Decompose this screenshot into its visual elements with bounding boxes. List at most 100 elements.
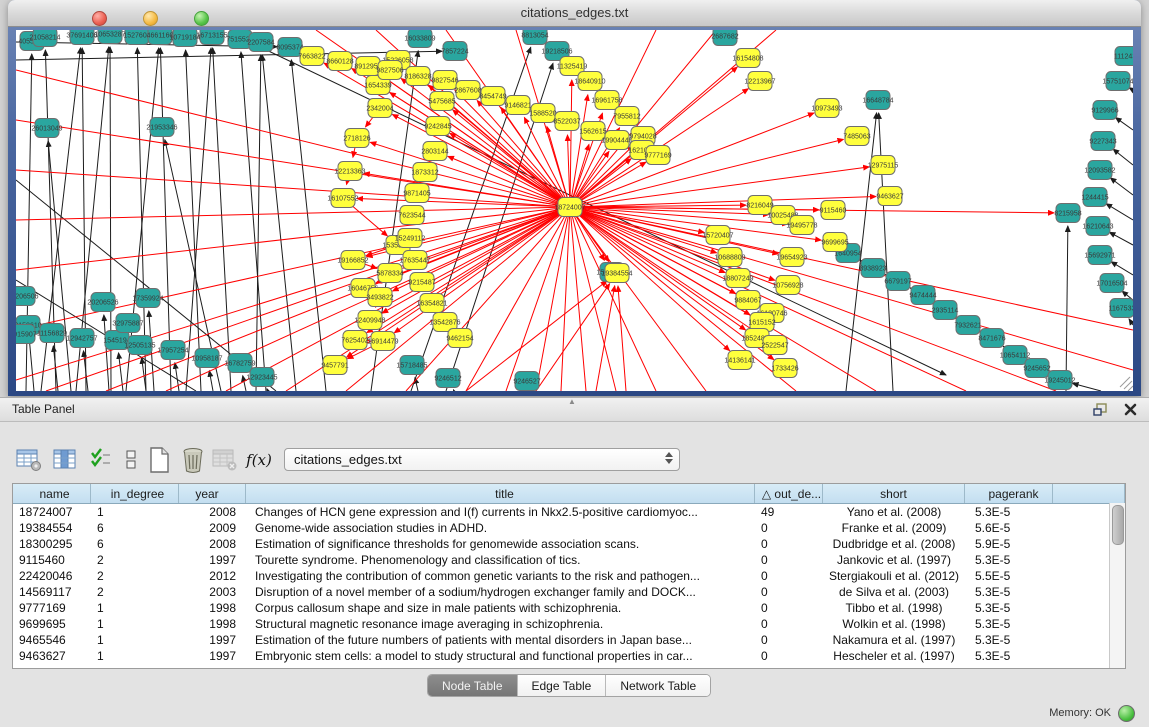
graph-edge[interactable] [570, 207, 1133, 330]
graph-node[interactable]: 8522037 [553, 112, 580, 131]
table-cell[interactable]: 5.5E-5 [965, 568, 1053, 584]
graph-node[interactable]: 2867608 [454, 81, 481, 100]
column-header-pagerank[interactable]: pagerank [965, 484, 1053, 503]
graph-node[interactable]: 18640910 [574, 72, 605, 91]
graph-edge[interactable] [16, 207, 570, 220]
graph-node[interactable]: 9871405 [403, 184, 430, 203]
graph-node[interactable]: 16107552 [327, 189, 358, 208]
graph-node[interactable]: 12409948 [354, 311, 385, 330]
graph-node[interactable]: 7485063 [843, 127, 870, 146]
graph-edge[interactable] [879, 113, 893, 391]
table-row[interactable]: 911546021997Tourette syndrome. Phenomeno… [13, 552, 1125, 568]
table-cell[interactable]: 9463627 [13, 648, 91, 664]
graph-node[interactable]: 19166852 [337, 251, 368, 270]
row-height-icon[interactable] [116, 445, 146, 475]
table-cell[interactable]: Hescheler et al. (1997) [823, 648, 965, 664]
graph-node[interactable]: 21953346 [146, 118, 177, 137]
graph-node[interactable]: 9827506 [376, 61, 403, 80]
memory-status-indicator[interactable] [1118, 705, 1135, 722]
table-cell[interactable]: 5.3E-5 [965, 648, 1053, 664]
table-cell[interactable]: Jankovic et al. (1997) [823, 552, 965, 568]
graph-edge[interactable] [570, 207, 730, 351]
graph-edge[interactable] [1109, 232, 1133, 245]
table-cell[interactable]: 1 [91, 648, 179, 664]
table-panel-titlebar[interactable]: Table Panel ▲ [0, 397, 1149, 422]
network-view-canvas[interactable]: 4055714210582143769140610653287152760246… [16, 30, 1133, 391]
table-row[interactable]: 946554611997Estimation of the future num… [13, 632, 1125, 648]
column-header-year[interactable]: year [179, 484, 246, 503]
table-cell[interactable]: 5.3E-5 [965, 616, 1053, 632]
table-cell[interactable]: 0 [755, 648, 823, 664]
column-header-in_degree[interactable]: in_degree [91, 484, 179, 503]
graph-edge[interactable] [1116, 118, 1133, 130]
graph-node[interactable]: 9884067 [734, 291, 761, 310]
table-cell[interactable]: Estimation of significance thresholds fo… [246, 536, 755, 552]
table-cell[interactable]: 9465546 [13, 632, 91, 648]
graph-node[interactable]: 10958187 [191, 349, 222, 368]
graph-node[interactable]: 9246527 [513, 372, 540, 391]
graph-node[interactable]: 9242845 [424, 117, 451, 136]
graph-node[interactable]: 20206526 [87, 293, 118, 312]
graph-node[interactable]: 8938923 [859, 259, 886, 278]
table-cell[interactable]: 1 [91, 616, 179, 632]
graph-node[interactable]: 9115460 [820, 201, 847, 220]
table-cell[interactable]: 2008 [179, 504, 246, 520]
graph-node[interactable]: 12975115 [868, 156, 899, 175]
graph-node[interactable]: 18724007 [554, 198, 585, 217]
graph-node[interactable]: 2207584 [247, 33, 274, 52]
table-cell[interactable]: 1 [91, 504, 179, 520]
graph-edge[interactable] [618, 286, 626, 391]
graph-edge[interactable] [16, 170, 570, 207]
tab-node-table[interactable]: Node Table [428, 675, 518, 696]
table-row[interactable]: 2242004622012Investigating the contribut… [13, 568, 1125, 584]
selection-mode-icon[interactable] [86, 445, 116, 475]
graph-node[interactable]: 2342004 [366, 99, 393, 118]
graph-node[interactable]: 15720407 [702, 226, 733, 245]
graph-edge[interactable] [536, 207, 570, 391]
graph-node[interactable]: 12213363 [334, 162, 365, 181]
table-row[interactable]: 946362711997Embryonic stem cells: a mode… [13, 648, 1125, 664]
table-cell[interactable]: 0 [755, 632, 823, 648]
graph-edge[interactable] [262, 55, 296, 391]
table-cell[interactable]: 5.3E-5 [965, 504, 1053, 520]
graph-node[interactable]: 37691406 [66, 30, 97, 45]
graph-edge[interactable] [1110, 178, 1133, 195]
graph-edge[interactable] [291, 60, 326, 391]
graph-edge[interactable] [209, 371, 213, 391]
graph-edge[interactable] [570, 80, 572, 207]
graph-node[interactable]: 2803144 [421, 142, 448, 161]
graph-node[interactable]: 19495778 [786, 216, 817, 235]
graph-edge[interactable] [1113, 149, 1133, 165]
table-cell[interactable]: 6 [91, 520, 179, 536]
graph-node[interactable]: 8215958 [1054, 204, 1081, 223]
table-cell[interactable]: Dudbridge et al. (2008) [823, 536, 965, 552]
graph-node[interactable]: 16713155 [196, 30, 227, 45]
graph-node[interactable]: 9474444 [909, 286, 936, 305]
graph-node[interactable]: 16648784 [862, 91, 893, 110]
graph-node[interactable]: 9457791 [321, 356, 348, 375]
table-cell[interactable]: 0 [755, 552, 823, 568]
table-cell[interactable]: 2 [91, 584, 179, 600]
graph-node[interactable]: 8454749 [479, 87, 506, 106]
table-mode-icon[interactable] [14, 445, 44, 475]
graph-node[interactable]: 9699695 [821, 233, 848, 252]
table-cell[interactable]: Changes of HCN gene expression and I(f) … [246, 504, 755, 520]
graph-node[interactable]: 1733426 [771, 359, 798, 378]
table-cell[interactable]: Disruption of a novel member of a sodium… [246, 584, 755, 600]
graph-edge[interactable] [104, 315, 109, 391]
table-cell[interactable]: 5.6E-5 [965, 520, 1053, 536]
table-cell[interactable]: Estimation of the future numbers of pati… [246, 632, 755, 648]
table-cell[interactable]: 0 [755, 568, 823, 584]
graph-node[interactable]: 15249112 [395, 229, 426, 248]
graph-node[interactable]: 10688809 [714, 248, 745, 267]
column-visibility-icon[interactable] [50, 445, 80, 475]
new-column-icon[interactable] [144, 445, 174, 475]
graph-node[interactable]: 9463627 [876, 187, 903, 206]
table-cell[interactable]: Wolkin et al. (1998) [823, 616, 965, 632]
graph-node[interactable]: 16033809 [404, 30, 435, 48]
graph-node[interactable]: 12942757 [66, 329, 97, 348]
graph-edge[interactable] [506, 207, 570, 391]
graph-node[interactable]: 9129966 [1091, 101, 1118, 120]
table-cell[interactable]: 0 [755, 584, 823, 600]
graph-node[interactable]: 2687682 [711, 30, 738, 46]
